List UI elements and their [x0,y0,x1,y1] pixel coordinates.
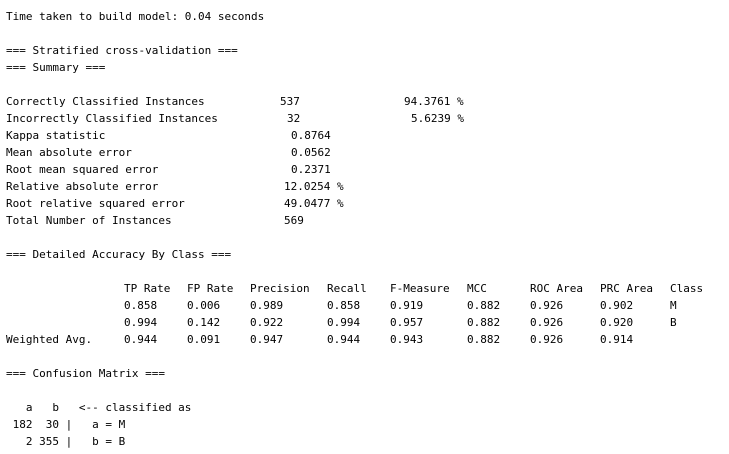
accuracy-column-header: F-Measure [390,282,450,295]
detailed-accuracy-header: === Detailed Accuracy By Class === [6,248,232,261]
accuracy-cell: 0.914 [600,333,634,346]
accuracy-cell: 0.902 [600,299,634,312]
summary-value: 537 [280,95,300,108]
summary-value: 49.0477 % [284,197,344,210]
summary-label: Correctly Classified Instances [6,95,205,108]
accuracy-cell: 0.957 [390,316,424,329]
accuracy-cell: 0.882 [467,316,501,329]
accuracy-cell: 0.922 [250,316,284,329]
confusion-matrix-line: a b <-- classified as [6,401,192,414]
accuracy-cell: 0.944 [124,333,158,346]
summary-percent: 5.6239 % [411,112,464,125]
accuracy-cell: 0.919 [390,299,424,312]
accuracy-cell: 0.858 [124,299,158,312]
summary-header: === Summary === [6,61,106,74]
accuracy-cell: 0.091 [187,333,221,346]
accuracy-cell: 0.943 [390,333,424,346]
summary-label: Mean absolute error [6,146,132,159]
summary-label: Root mean squared error [6,163,159,176]
confusion-matrix-header: === Confusion Matrix === [6,367,165,380]
build-time-line: Time taken to build model: 0.04 seconds [6,10,265,23]
accuracy-cell: 0.858 [327,299,361,312]
cv-header: === Stratified cross-validation === [6,44,238,57]
accuracy-column-header: ROC Area [530,282,583,295]
accuracy-cell: 0.926 [530,299,564,312]
accuracy-column-header: Precision [250,282,310,295]
confusion-matrix-line: 2 355 | b = B [6,435,126,448]
accuracy-cell: 0.882 [467,299,501,312]
summary-value: 569 [284,214,304,227]
accuracy-cell: 0.994 [327,316,361,329]
accuracy-cell: 0.142 [187,316,221,329]
summary-value: 0.8764 [291,129,331,142]
accuracy-cell: 0.006 [187,299,221,312]
accuracy-cell: 0.989 [250,299,284,312]
accuracy-cell: 0.926 [530,316,564,329]
accuracy-row-label: Weighted Avg. [6,333,93,346]
summary-value: 32 [287,112,301,125]
accuracy-column-header: Class [670,282,704,295]
summary-percent: 94.3761 % [404,95,464,108]
accuracy-cell: 0.926 [530,333,564,346]
confusion-matrix-line: 182 30 | a = M [6,418,126,431]
accuracy-cell: 0.882 [467,333,501,346]
accuracy-column-header: PRC Area [600,282,653,295]
output-text-area[interactable]: Time taken to build model: 0.04 seconds … [0,0,729,454]
accuracy-cell: 0.944 [327,333,361,346]
summary-label: Kappa statistic [6,129,106,142]
summary-label: Incorrectly Classified Instances [6,112,218,125]
summary-value: 0.0562 [291,146,331,159]
accuracy-column-header: MCC [467,282,487,295]
summary-value: 0.2371 [291,163,331,176]
summary-label: Root relative squared error [6,197,185,210]
accuracy-cell: 0.920 [600,316,634,329]
accuracy-column-header: Recall [327,282,367,295]
accuracy-column-header: FP Rate [187,282,234,295]
accuracy-cell: M [670,299,677,312]
accuracy-cell: 0.947 [250,333,284,346]
accuracy-column-header: TP Rate [124,282,171,295]
summary-value: 12.0254 % [284,180,344,193]
accuracy-cell: 0.994 [124,316,158,329]
summary-label: Relative absolute error [6,180,159,193]
accuracy-cell: B [670,316,677,329]
summary-label: Total Number of Instances [6,214,172,227]
